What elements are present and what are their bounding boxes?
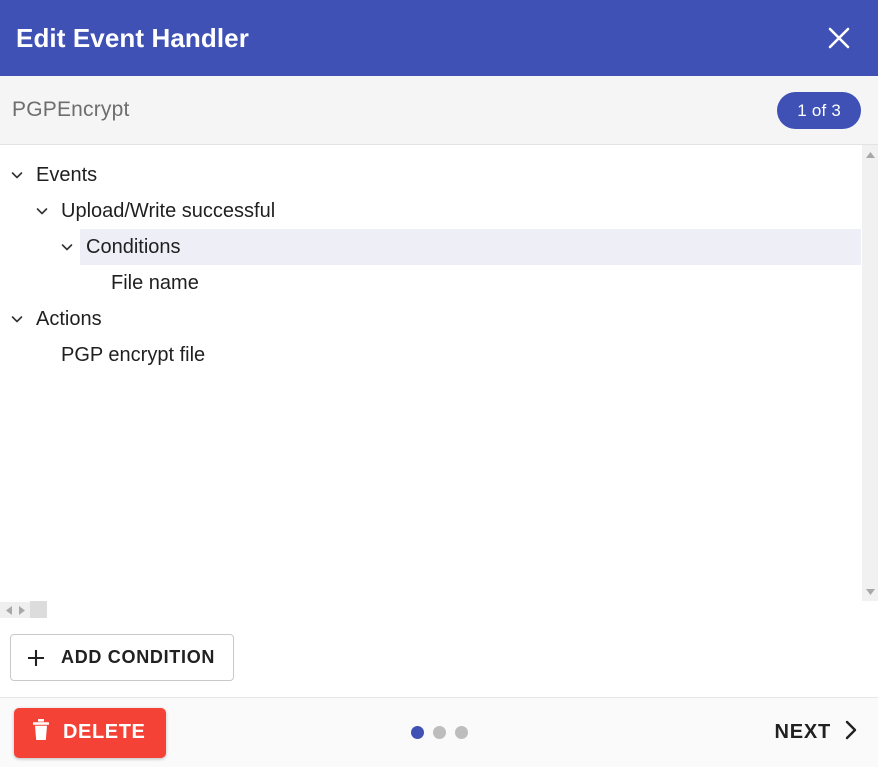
chevron-down-icon[interactable] [4, 311, 30, 327]
tree-item-row-hit[interactable]: Upload/Write successful [55, 193, 861, 229]
step-dot-1[interactable] [411, 726, 424, 739]
step-badge: 1 of 3 [777, 92, 861, 129]
chevron-down-icon[interactable] [29, 203, 55, 219]
edit-event-handler-dialog: Edit Event Handler PGPEncrypt 1 of 3 [0, 0, 878, 767]
dialog-subheader: PGPEncrypt 1 of 3 [0, 76, 878, 145]
close-button[interactable] [822, 21, 856, 55]
tree-item-label: Upload/Write successful [61, 201, 285, 221]
tree-horizontal-scrollbar-line [0, 601, 878, 618]
step-dot-3[interactable] [455, 726, 468, 739]
trash-icon [31, 718, 51, 748]
chevron-down-icon[interactable] [4, 167, 30, 183]
dialog-titlebar: Edit Event Handler [0, 0, 878, 76]
handler-name: PGPEncrypt [12, 98, 130, 122]
tree-item-label: Actions [36, 309, 112, 329]
triangle-left-icon[interactable] [2, 604, 15, 617]
tree-item-label: File name [111, 273, 209, 293]
tree-item-label: Events [36, 165, 107, 185]
tree-item-label: PGP encrypt file [61, 345, 215, 365]
triangle-down-icon[interactable] [864, 585, 877, 598]
dialog-footer: DELETE NEXT [0, 698, 878, 767]
triangle-right-icon[interactable] [15, 604, 28, 617]
tree-item-file-name[interactable]: File name [0, 265, 861, 301]
tree-item-row-hit[interactable]: Conditions [80, 229, 861, 265]
tree-item-actions[interactable]: Actions [0, 301, 861, 337]
scrollbar-corner [30, 601, 47, 618]
tree-vertical-scrollbar[interactable] [861, 145, 878, 601]
tree-item-row-hit[interactable]: PGP encrypt file [55, 337, 861, 373]
tree-panel: Events Upload/Write successful [0, 145, 878, 618]
chevron-down-icon[interactable] [54, 239, 80, 255]
triangle-up-icon[interactable] [864, 148, 877, 161]
tree-item-conditions[interactable]: Conditions [0, 229, 861, 265]
dialog-title: Edit Event Handler [16, 25, 249, 51]
tree-item-row-hit[interactable]: Actions [30, 301, 861, 337]
tree-item-row-hit[interactable]: File name [105, 265, 861, 301]
tree-body: Events Upload/Write successful [0, 145, 878, 601]
add-condition-button[interactable]: ADD CONDITION [10, 634, 234, 681]
close-icon [826, 25, 852, 51]
tree-item-row-hit[interactable]: Events [30, 157, 861, 193]
step-dot-2[interactable] [433, 726, 446, 739]
tree-horizontal-scrollbar[interactable] [0, 601, 30, 618]
delete-label: DELETE [63, 721, 146, 744]
next-label: NEXT [774, 721, 831, 744]
tree-item-events[interactable]: Events [0, 157, 861, 193]
tree-view[interactable]: Events Upload/Write successful [0, 145, 861, 601]
plus-icon [25, 647, 47, 669]
action-bar: ADD CONDITION [0, 618, 878, 698]
tree-item-upload-write-successful[interactable]: Upload/Write successful [0, 193, 861, 229]
next-button[interactable]: NEXT [770, 713, 864, 753]
tree-item-label: Conditions [86, 237, 191, 257]
delete-button[interactable]: DELETE [14, 708, 166, 758]
chevron-right-icon [842, 719, 860, 747]
tree-item-pgp-encrypt-file[interactable]: PGP encrypt file [0, 337, 861, 373]
add-condition-label: ADD CONDITION [61, 647, 215, 668]
